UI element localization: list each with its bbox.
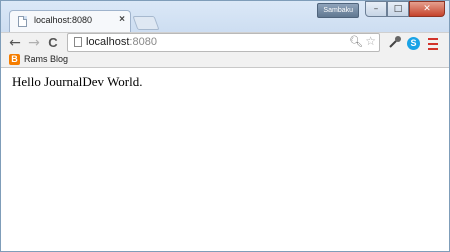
zoom-icon[interactable]: 🔍︎ [349, 35, 363, 48]
page-info-icon[interactable] [74, 37, 82, 47]
browser-tab[interactable]: localhost:8080 × [9, 10, 131, 32]
maximize-button[interactable]: □ [387, 1, 409, 17]
page-content: Hello JournalDev World. [1, 68, 449, 251]
bookmark-star-icon[interactable]: ☆ [365, 34, 376, 48]
minimize-button[interactable]: – [365, 1, 387, 17]
reload-icon[interactable]: C [45, 33, 61, 53]
tab-close-icon[interactable]: × [119, 14, 125, 25]
bookmark-label: Rams Blog [24, 54, 69, 64]
profile-badge[interactable]: Sambaku [317, 3, 359, 18]
blogger-icon: B [9, 54, 20, 65]
bookmarks-bar: B Rams Blog [1, 52, 449, 68]
page-message: Hello JournalDev World. [12, 74, 143, 89]
skype-extension-icon[interactable]: S [407, 37, 420, 50]
window-controls: Sambaku – □ ✕ [317, 1, 445, 18]
eyedropper-extension-icon[interactable] [387, 35, 403, 51]
new-tab-button[interactable] [132, 16, 160, 30]
close-window-button[interactable]: ✕ [409, 1, 445, 17]
forward-arrow-icon[interactable]: → [26, 33, 42, 53]
back-arrow-icon[interactable]: ← [7, 33, 23, 53]
url-text[interactable]: localhost:8080 [86, 35, 157, 50]
toolbar: ← → C localhost:8080 🔍︎ ☆ S [1, 32, 449, 53]
page-icon [18, 16, 27, 27]
browser-window: localhost:8080 × Sambaku – □ ✕ ← → C loc… [0, 0, 450, 252]
tab-title: localhost:8080 [34, 15, 93, 25]
address-bar[interactable]: localhost:8080 🔍︎ ☆ [67, 33, 380, 52]
menu-icon[interactable] [428, 35, 438, 51]
